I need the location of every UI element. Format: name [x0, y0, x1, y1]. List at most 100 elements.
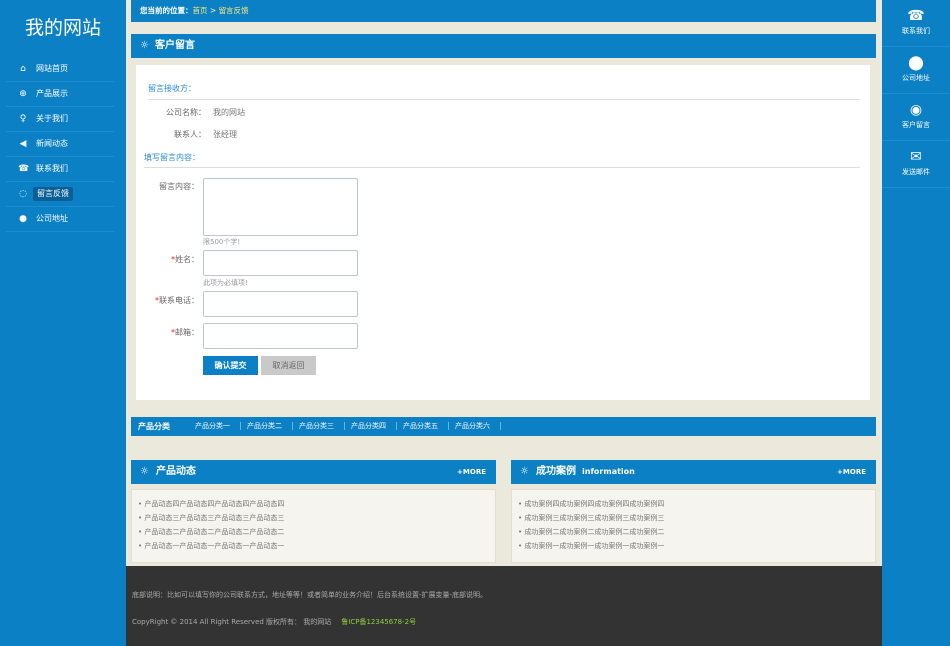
category-list: 产品分类一 产品分类二 产品分类三 产品分类四 产品分类五 产品分类六	[189, 417, 501, 436]
nav-item-6[interactable]: ● 公司地址	[6, 207, 114, 232]
list-item-text: 成功案例二成功案例二成功案例二成功案例二	[524, 528, 665, 536]
nav-item-label: 新闻动态	[36, 139, 68, 148]
category-item[interactable]: 产品分类六	[449, 422, 501, 430]
nav-item-label: 产品展示	[36, 89, 68, 98]
case-list: • 成功案例四成功案例四成功案例四成功案例四 • 成功案例三成功案例三成功案例三成…	[512, 490, 875, 553]
main-content: 您当前的位置：首页 > 留言反馈 ☼ 客户留言 留言接收方： 公司名称： 我的网…	[126, 0, 882, 566]
email-label: *邮箱：	[139, 327, 199, 338]
case-subtitle: information	[582, 467, 635, 476]
sun-icon: ☼	[520, 466, 529, 477]
footer-copyright: CopyRight © 2014 All Right Reserved 版权所有…	[132, 617, 416, 627]
right-bar-item-3[interactable]: ✉ 发送邮件	[882, 141, 950, 188]
category-title: 产品分类	[138, 422, 170, 431]
list-item[interactable]: • 产品动态一产品动态一产品动态一产品动态一	[138, 539, 495, 553]
name-label: *姓名：	[139, 254, 199, 265]
news-list: • 产品动态四产品动态四产品动态四产品动态四 • 产品动态三产品动态三产品动态三产…	[132, 490, 495, 553]
phone-label: *联系电话：	[139, 295, 199, 306]
list-item[interactable]: • 成功案例四成功案例四成功案例四成功案例四	[518, 497, 875, 511]
list-item[interactable]: • 产品动态二产品动态二产品动态二产品动态二	[138, 525, 495, 539]
submit-button[interactable]: 确认提交	[203, 356, 258, 375]
category-item[interactable]: 产品分类五	[397, 422, 449, 430]
location-pin-icon: ⬤	[908, 55, 924, 71]
content-label: 留言内容：	[159, 182, 199, 191]
list-item[interactable]: • 产品动态四产品动态四产品动态四产品动态四	[138, 497, 495, 511]
footer: 底部说明：比如可以填写你的公司联系方式，地址等等！或者简单的业务介绍！后台系统设…	[126, 566, 882, 646]
contact-value: 张经理	[213, 130, 237, 139]
list-item-text: 产品动态二产品动态二产品动态二产品动态二	[144, 528, 285, 536]
nav-item-2[interactable]: ♀ 关于我们	[6, 107, 114, 132]
name-input[interactable]	[203, 250, 358, 276]
category-item[interactable]: 产品分类三	[293, 422, 345, 430]
divider	[144, 167, 860, 168]
list-item[interactable]: • 成功案例三成功案例三成功案例三成功案例三	[518, 511, 875, 525]
breadcrumb-home-link[interactable]: 首页	[193, 6, 208, 15]
news-box-header: ☼ 产品动态 +MORE	[131, 460, 496, 484]
breadcrumb-prefix: 您当前的位置：	[140, 6, 193, 15]
footer-description: 底部说明：比如可以填写你的公司联系方式，地址等等！或者简单的业务介绍！后台系统设…	[132, 591, 488, 599]
company-value: 我的网站	[213, 108, 245, 117]
list-item-text: 产品动态一产品动态一产品动态一产品动态一	[144, 542, 285, 550]
divider	[148, 99, 860, 100]
case-box-title: 成功案例 information	[536, 460, 635, 484]
section-title: 客户留言	[155, 40, 195, 51]
email-label-text: 邮箱：	[175, 328, 199, 337]
sun-icon: ☼	[140, 40, 149, 51]
category-item[interactable]: 产品分类二	[241, 422, 293, 430]
right-bar-item-2[interactable]: ◉ 客户留言	[882, 94, 950, 141]
section-header: ☼ 客户留言	[131, 34, 876, 58]
message-textarea[interactable]	[203, 178, 358, 236]
list-item-text: 产品动态三产品动态三产品动态三产品动态三	[144, 514, 285, 522]
cancel-button[interactable]: 取消返回	[261, 356, 316, 375]
contact-label: 联系人：	[174, 130, 206, 139]
phone-icon: ☎	[907, 8, 925, 24]
breadcrumb: 您当前的位置：首页 > 留言反馈	[131, 0, 876, 22]
right-bar-label: 客户留言	[902, 121, 930, 129]
list-item-text: 成功案例一成功案例一成功案例一成功案例一	[524, 542, 665, 550]
nav-item-5[interactable]: ◌ 留言反馈	[6, 182, 114, 207]
email-input[interactable]	[203, 323, 358, 349]
news-box-title: 产品动态	[156, 466, 196, 477]
case-box: • 成功案例四成功案例四成功案例四成功案例四 • 成功案例三成功案例三成功案例三成…	[511, 489, 876, 563]
receiver-heading: 留言接收方：	[148, 84, 196, 93]
breadcrumb-current[interactable]: 留言反馈	[219, 6, 249, 15]
list-item[interactable]: • 产品动态三产品动态三产品动态三产品动态三	[138, 511, 495, 525]
chat-icon: ◌	[19, 189, 27, 199]
main-nav: ⌂ 网站首页 ⊕ 产品展示 ♀ 关于我们 ◀ 新闻动态 ☎ 联系我们 ◌ 留言反馈 ● 公司地址	[6, 57, 114, 232]
site-logo[interactable]: 我的网站	[0, 13, 126, 40]
left-sidebar: 我的网站 ⌂ 网站首页 ⊕ 产品展示 ♀ 关于我们 ◀ 新闻动态 ☎ 联系我们 ◌ 留言反馈 ● 公司地址	[0, 0, 126, 646]
breadcrumb-separator: >	[207, 6, 219, 15]
list-item[interactable]: • 成功案例二成功案例二成功案例二成功案例二	[518, 525, 875, 539]
news-more-link[interactable]: +MORE	[457, 460, 486, 484]
category-item[interactable]: 产品分类四	[345, 422, 397, 430]
right-bar-label: 联系我们	[902, 27, 930, 35]
nav-item-0[interactable]: ⌂ 网站首页	[6, 57, 114, 82]
globe-icon: ⊕	[19, 89, 27, 99]
icp-link[interactable]: 鲁ICP备12345678-2号	[341, 618, 416, 626]
mail-icon: ✉	[910, 149, 922, 165]
category-item[interactable]: 产品分类一	[189, 422, 241, 430]
right-sidebar: ☎ 联系我们 ⬤ 公司地址 ◉ 客户留言 ✉ 发送邮件	[882, 0, 950, 646]
case-title-text: 成功案例	[536, 466, 576, 477]
right-bar-item-0[interactable]: ☎ 联系我们	[882, 0, 950, 47]
phone-input[interactable]	[203, 291, 358, 317]
copyright-text: CopyRight © 2014 All Right Reserved 版权所有…	[132, 618, 332, 626]
right-bar-item-1[interactable]: ⬤ 公司地址	[882, 47, 950, 94]
list-item-text: 成功案例四成功案例四成功案例四成功案例四	[524, 500, 665, 508]
phone-icon: ☎	[18, 164, 30, 174]
list-item-text: 成功案例三成功案例三成功案例三成功案例三	[524, 514, 665, 522]
list-item-text: 产品动态四产品动态四产品动态四产品动态四	[144, 500, 285, 508]
nav-item-label: 联系我们	[36, 164, 68, 173]
category-bar: 产品分类 产品分类一 产品分类二 产品分类三 产品分类四 产品分类五 产品分类六	[131, 417, 876, 436]
nav-item-3[interactable]: ◀ 新闻动态	[6, 132, 114, 157]
home-icon: ⌂	[20, 64, 26, 74]
nav-item-label: 关于我们	[36, 114, 68, 123]
list-item[interactable]: • 成功案例一成功案例一成功案例一成功案例一	[518, 539, 875, 553]
content-hint: 限500个字!	[203, 238, 241, 246]
form-heading: 填写留言内容：	[144, 153, 200, 162]
nav-item-label: 网站首页	[36, 64, 68, 73]
company-label: 公司名称：	[166, 108, 206, 117]
case-more-link[interactable]: +MORE	[837, 460, 866, 484]
nav-item-1[interactable]: ⊕ 产品展示	[6, 82, 114, 107]
message-panel: 留言接收方： 公司名称： 我的网站 联系人： 张经理 填写留言内容： 留言内容：…	[136, 65, 870, 400]
nav-item-4[interactable]: ☎ 联系我们	[6, 157, 114, 182]
